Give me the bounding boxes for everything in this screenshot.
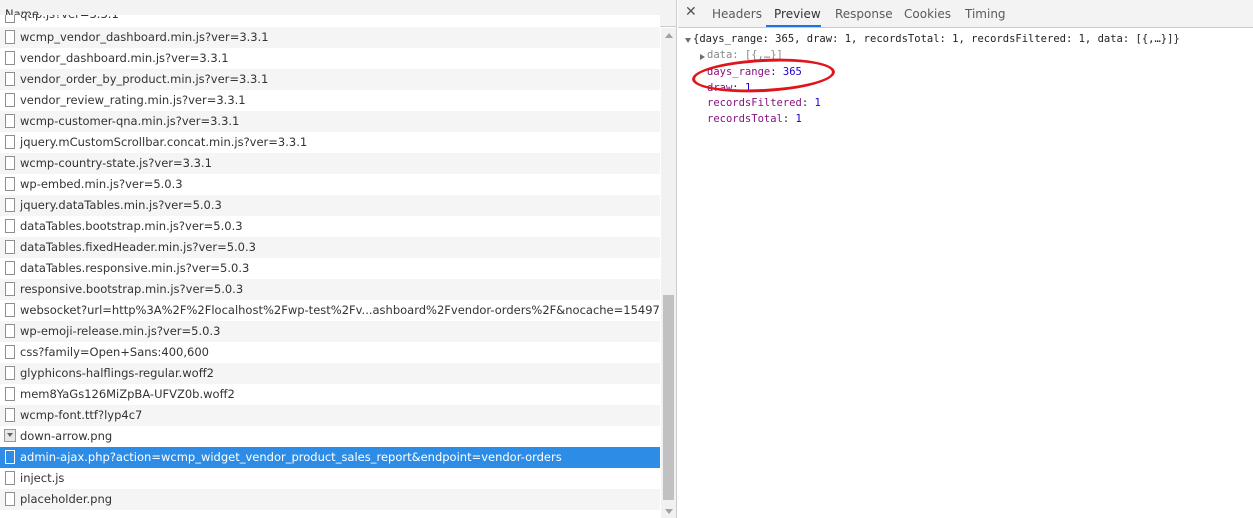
list-item[interactable]: inject.js [0, 468, 660, 489]
request-name: inject.js [20, 471, 65, 485]
request-name: wp-emoji-release.min.js?ver=5.0.3 [20, 324, 221, 338]
list-item[interactable]: admin-ajax.php?action=wcmp_widget_vendor… [0, 447, 660, 468]
file-icon [5, 114, 15, 128]
list-item[interactable]: wcmp-font.ttf?lyp4c7 [0, 405, 660, 426]
list-item[interactable]: glyphicons-halflings-regular.woff2 [0, 363, 660, 384]
json-summary[interactable]: {days_range: 365, draw: 1, recordsTotal:… [693, 33, 1180, 45]
scroll-thumb[interactable] [663, 295, 674, 500]
request-name: websocket?url=http%3A%2F%2Flocalhost%2Fw… [20, 303, 660, 317]
list-item[interactable]: mem8YaGs126MiZpBA-UFVZ0b.woff2 [0, 384, 660, 405]
file-icon [5, 135, 15, 149]
request-name: dataTables.fixedHeader.min.js?ver=5.0.3 [20, 240, 256, 254]
json-preview: {days_range: 365, draw: 1, recordsTotal:… [678, 28, 1253, 518]
records-filtered-key: recordsFiltered [707, 97, 802, 109]
file-icon [5, 324, 15, 338]
list-item[interactable]: jquery.dataTables.min.js?ver=5.0.3 [0, 195, 660, 216]
list-item[interactable]: jquery.mCustomScrollbar.concat.min.js?ve… [0, 132, 660, 153]
list-item[interactable]: down-arrow.png [0, 426, 660, 447]
tab-response[interactable]: Response [835, 7, 893, 21]
detail-tab-bar: ✕ Headers Preview Response Cookies Timin… [678, 0, 1253, 28]
list-item[interactable]: vendor_review_rating.min.js?ver=3.3.1 [0, 90, 660, 111]
file-icon [5, 240, 15, 254]
request-list-panel: Name qtip.js?ver=3.3.1wcmp_vendor_dashbo… [0, 0, 677, 518]
expand-triangle-icon[interactable] [700, 54, 705, 60]
request-name: down-arrow.png [20, 429, 113, 443]
file-icon [5, 450, 15, 464]
file-icon [5, 198, 15, 212]
file-icon [5, 219, 15, 233]
tab-headers[interactable]: Headers [712, 7, 762, 21]
request-name: dataTables.responsive.min.js?ver=5.0.3 [20, 261, 250, 275]
list-item[interactable]: css?family=Open+Sans:400,600 [0, 342, 660, 363]
file-icon [5, 471, 15, 485]
request-name: css?family=Open+Sans:400,600 [20, 345, 209, 359]
scroll-down-arrow-icon[interactable] [665, 509, 673, 514]
list-item[interactable]: vendor_order_by_product.min.js?ver=3.3.1 [0, 69, 660, 90]
file-icon [5, 15, 15, 23]
list-item[interactable]: vendor_dashboard.min.js?ver=3.3.1 [0, 48, 660, 69]
json-records-filtered-entry: recordsFiltered: 1 [707, 97, 821, 109]
list-item[interactable]: dataTables.responsive.min.js?ver=5.0.3 [0, 258, 660, 279]
file-icon [5, 408, 15, 422]
file-icon [5, 261, 15, 275]
tab-timing[interactable]: Timing [965, 7, 1006, 21]
request-name: wp-embed.min.js?ver=5.0.3 [20, 177, 183, 191]
request-name: mem8YaGs126MiZpBA-UFVZ0b.woff2 [20, 387, 235, 401]
list-item[interactable]: wp-emoji-release.min.js?ver=5.0.3 [0, 321, 660, 342]
red-annotation-circle [691, 55, 836, 96]
list-item[interactable]: wcmp-customer-qna.min.js?ver=3.3.1 [0, 111, 660, 132]
request-name: glyphicons-halflings-regular.woff2 [20, 366, 214, 380]
file-icon [5, 345, 15, 359]
list-item[interactable]: placeholder.png [0, 489, 660, 510]
list-item[interactable]: wcmp-country-state.js?ver=3.3.1 [0, 153, 660, 174]
records-filtered-value: 1 [814, 97, 821, 109]
request-name: vendor_dashboard.min.js?ver=3.3.1 [20, 51, 229, 65]
records-total-key: recordsTotal [707, 113, 783, 125]
request-name: wcmp_vendor_dashboard.min.js?ver=3.3.1 [20, 30, 269, 44]
active-tab-indicator [766, 25, 821, 27]
file-icon [5, 51, 15, 65]
list-item[interactable]: wcmp_vendor_dashboard.min.js?ver=3.3.1 [0, 27, 660, 48]
scrollbar[interactable] [661, 28, 676, 518]
list-item-partial[interactable]: qtip.js?ver=3.3.1 [0, 15, 660, 27]
list-item[interactable]: wp-embed.min.js?ver=5.0.3 [0, 174, 660, 195]
collapse-triangle-icon[interactable] [685, 38, 691, 43]
list-item[interactable]: dataTables.bootstrap.min.js?ver=5.0.3 [0, 216, 660, 237]
file-icon [5, 72, 15, 86]
file-icon [5, 156, 15, 170]
request-name: placeholder.png [20, 492, 113, 506]
request-name: responsive.bootstrap.min.js?ver=5.0.3 [20, 282, 244, 296]
tab-cookies[interactable]: Cookies [904, 7, 951, 21]
list-item[interactable]: dataTables.fixedHeader.min.js?ver=5.0.3 [0, 237, 660, 258]
request-name: dataTables.bootstrap.min.js?ver=5.0.3 [20, 219, 243, 233]
request-name: vendor_order_by_product.min.js?ver=3.3.1 [20, 72, 269, 86]
detail-panel: ✕ Headers Preview Response Cookies Timin… [678, 0, 1253, 518]
records-total-value: 1 [795, 113, 802, 125]
scroll-up-arrow-icon[interactable] [665, 33, 673, 38]
request-name: jquery.mCustomScrollbar.concat.min.js?ve… [20, 135, 308, 149]
file-icon [5, 492, 15, 506]
file-icon [5, 177, 15, 191]
list-item[interactable]: websocket?url=http%3A%2F%2Flocalhost%2Fw… [0, 300, 660, 321]
tab-preview[interactable]: Preview [774, 7, 821, 21]
request-name: vendor_review_rating.min.js?ver=3.3.1 [20, 93, 246, 107]
request-name: qtip.js?ver=3.3.1 [20, 15, 119, 21]
request-name: admin-ajax.php?action=wcmp_widget_vendor… [20, 450, 562, 464]
request-name: wcmp-font.ttf?lyp4c7 [20, 408, 143, 422]
request-name: jquery.dataTables.min.js?ver=5.0.3 [20, 198, 222, 212]
file-icon [5, 93, 15, 107]
file-icon [5, 30, 15, 44]
file-icon [5, 366, 15, 380]
list-item[interactable]: responsive.bootstrap.min.js?ver=5.0.3 [0, 279, 660, 300]
request-rows: qtip.js?ver=3.3.1 wcmp_vendor_dashboard.m… [0, 15, 660, 510]
file-icon [5, 282, 15, 296]
request-name: wcmp-customer-qna.min.js?ver=3.3.1 [20, 114, 240, 128]
json-records-total-entry: recordsTotal: 1 [707, 113, 802, 125]
close-icon[interactable]: ✕ [685, 4, 697, 20]
file-icon [5, 303, 15, 317]
image-icon [4, 429, 16, 442]
request-name: wcmp-country-state.js?ver=3.3.1 [20, 156, 212, 170]
file-icon [5, 387, 15, 401]
